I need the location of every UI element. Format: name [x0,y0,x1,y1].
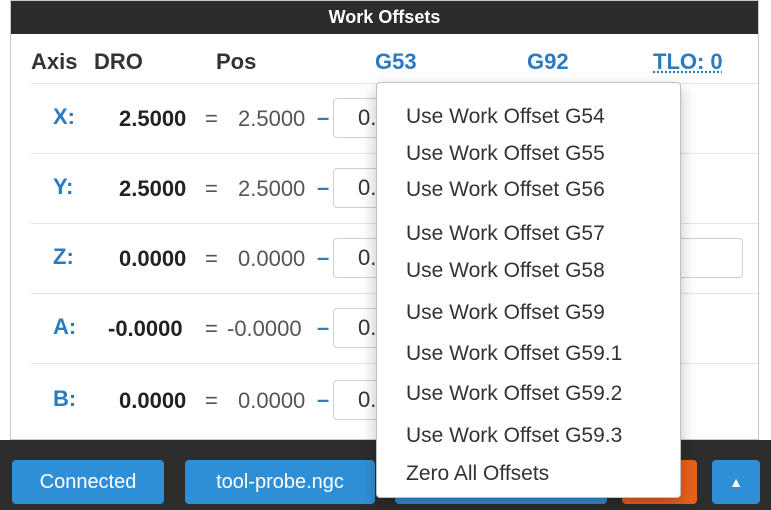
dro-value-y: 2.5000 [119,176,187,201]
header-g53[interactable]: G53 [375,49,417,75]
menu-item-g59-1[interactable]: Use Work Offset G59.1 [406,340,622,368]
axis-label-y: Y: [53,174,74,199]
minus-y: – [317,175,330,200]
work-offset-dropdown-menu: Use Work Offset G54 Use Work Offset G55 … [376,82,681,498]
axis-label-x: X: [53,104,75,129]
minus-a: – [317,315,330,340]
axis-label-a: A: [53,314,77,339]
pos-value-a: -0.0000 [227,316,302,341]
menu-item-zero-all[interactable]: Zero All Offsets [406,460,549,488]
pos-value-b: 0.0000 [238,388,306,413]
menu-item-g56[interactable]: Use Work Offset G56 [406,176,605,204]
up-arrow-button[interactable]: ▲ [712,460,760,504]
menu-item-g58[interactable]: Use Work Offset G58 [406,257,605,285]
pos-value-y: 2.5000 [238,176,306,201]
equals-x: = [205,106,218,131]
panel-title: Work Offsets [11,1,758,34]
dro-value-b: 0.0000 [119,388,187,413]
equals-y: = [205,176,218,201]
equals-a: = [205,316,218,341]
menu-item-g59-3[interactable]: Use Work Offset G59.3 [406,422,622,450]
menu-item-g59-2[interactable]: Use Work Offset G59.2 [406,380,622,408]
axis-label-b: B: [53,386,77,411]
dro-value-a: -0.0000 [108,316,183,341]
menu-item-g54[interactable]: Use Work Offset G54 [406,103,605,131]
header-pos: Pos [216,49,257,74]
connected-button[interactable]: Connected [12,460,164,504]
dro-value-z: 0.0000 [119,246,187,271]
header-tlo[interactable]: TLO: 0 [653,49,723,75]
header-axis: Axis [31,49,78,74]
menu-item-g55[interactable]: Use Work Offset G55 [406,140,605,168]
chevron-up-icon: ▲ [729,474,743,490]
pos-value-x: 2.5000 [238,106,306,131]
minus-z: – [317,245,330,270]
file-button[interactable]: tool-probe.ngc [185,460,375,504]
minus-x: – [317,105,330,130]
dro-value-x: 2.5000 [119,106,187,131]
minus-b: – [317,387,330,412]
menu-item-g57[interactable]: Use Work Offset G57 [406,220,605,248]
equals-z: = [205,246,218,271]
header-g92[interactable]: G92 [527,49,569,75]
menu-item-g59[interactable]: Use Work Offset G59 [406,299,605,327]
pos-value-z: 0.0000 [238,246,306,271]
header-dro: DRO [94,49,143,74]
equals-b: = [205,388,218,413]
axis-label-z: Z: [53,244,74,269]
